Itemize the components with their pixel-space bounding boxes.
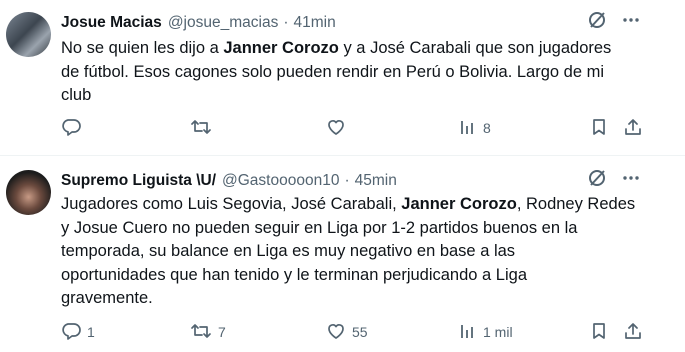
reply-button[interactable]: 1 <box>61 321 95 344</box>
tweet[interactable]: Supremo Liguista \U/ @Gastooooon10 · 45m… <box>0 155 685 352</box>
views-count: 8 <box>483 120 491 136</box>
more-icon[interactable] <box>621 168 641 188</box>
reply-icon <box>61 321 81 344</box>
header-actions <box>587 168 641 188</box>
header-actions <box>587 10 641 30</box>
tweet-header: Supremo Liguista \U/ @Gastooooon10 · 45m… <box>61 170 675 192</box>
author-handle[interactable]: @Gastooooon10 <box>222 172 339 190</box>
tweet-text: Jugadores como Luis Segovia, José Caraba… <box>61 193 661 311</box>
text-segment: Jugadores como Luis Segovia, José Caraba… <box>61 195 402 213</box>
avatar[interactable] <box>6 170 51 215</box>
author-name[interactable]: Josue Macias <box>61 14 162 32</box>
bookmark-button[interactable] <box>589 321 609 344</box>
bookmark-button[interactable] <box>589 117 609 140</box>
views-button[interactable]: 8 <box>459 117 491 140</box>
views-icon <box>459 117 477 140</box>
heart-icon <box>326 117 346 140</box>
retweet-button[interactable]: 7 <box>190 321 226 344</box>
views-icon <box>459 321 477 344</box>
author-handle[interactable]: @josue_macias <box>168 14 279 32</box>
text-segment: No se quien les dijo a <box>61 39 224 57</box>
tweet-actions: 1 7 55 1 mil <box>61 320 649 344</box>
more-icon[interactable] <box>621 10 641 30</box>
share-button[interactable] <box>623 117 643 140</box>
timestamp[interactable]: 45min <box>355 172 397 190</box>
grok-icon[interactable] <box>587 168 607 188</box>
like-button[interactable] <box>326 117 352 140</box>
retweet-button[interactable] <box>190 117 218 140</box>
bold-mention: Janner Corozo <box>223 39 339 57</box>
separator-dot: · <box>283 14 289 31</box>
timestamp[interactable]: 41min <box>294 14 336 32</box>
author-name[interactable]: Supremo Liguista \U/ <box>61 172 216 190</box>
tweet-header: Josue Macias @josue_macias · 41min <box>61 12 675 34</box>
bookmark-icon <box>589 117 609 140</box>
reply-button[interactable] <box>61 117 87 140</box>
views-count: 1 mil <box>483 324 513 340</box>
reply-count: 1 <box>87 324 95 340</box>
retweet-icon <box>190 321 212 344</box>
tweet[interactable]: Josue Macias @josue_macias · 41min No se… <box>0 0 685 155</box>
share-button[interactable] <box>623 321 643 344</box>
bookmark-icon <box>589 321 609 344</box>
heart-icon <box>326 321 346 344</box>
tweet-text: No se quien les dijo a Janner Corozo y a… <box>61 37 661 108</box>
like-count: 55 <box>352 324 368 340</box>
share-icon <box>623 117 643 140</box>
views-button[interactable]: 1 mil <box>459 321 513 344</box>
tweet-actions: 8 <box>61 116 649 140</box>
share-icon <box>623 321 643 344</box>
bold-mention: Janner Corozo <box>401 195 517 213</box>
retweet-icon <box>190 117 212 140</box>
retweet-count: 7 <box>218 324 226 340</box>
separator-dot: · <box>344 172 350 189</box>
avatar[interactable] <box>6 12 51 57</box>
like-button[interactable]: 55 <box>326 321 368 344</box>
grok-icon[interactable] <box>587 10 607 30</box>
reply-icon <box>61 117 81 140</box>
